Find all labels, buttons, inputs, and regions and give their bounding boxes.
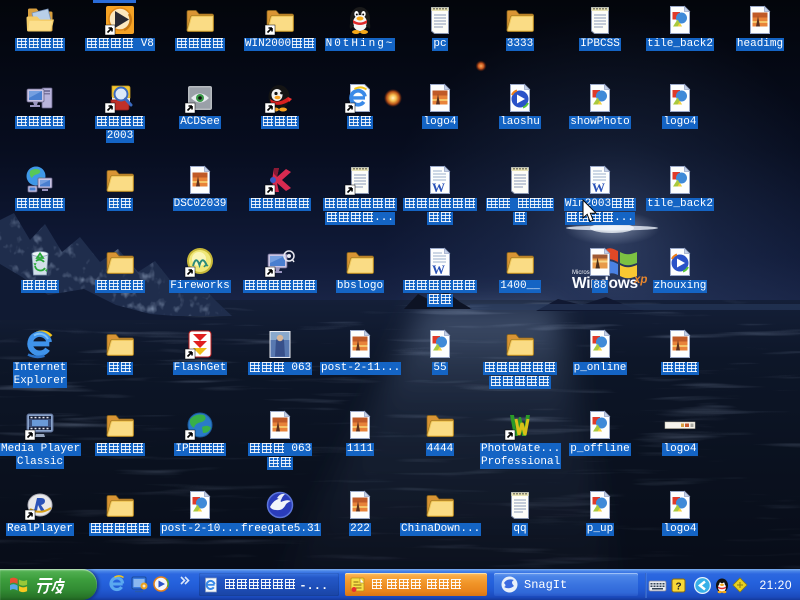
svg-text:?: ? [676,582,682,593]
